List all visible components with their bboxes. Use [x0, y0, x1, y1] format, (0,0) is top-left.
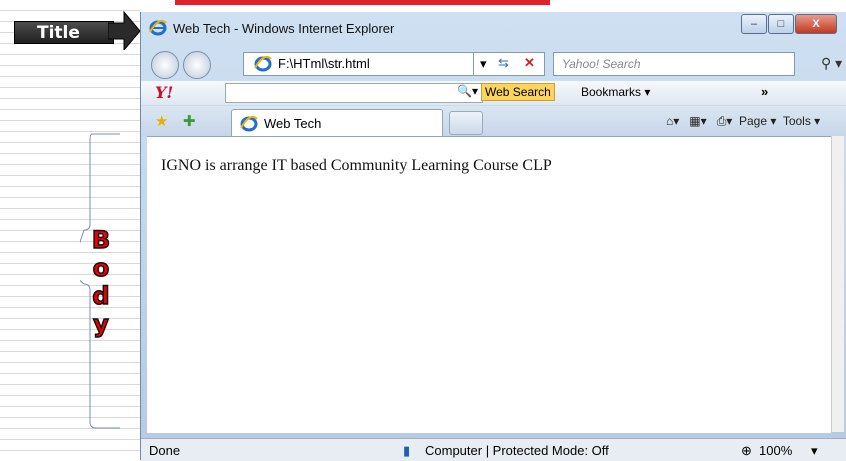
- title-label-box: Title: [14, 21, 114, 44]
- vertical-scrollbar[interactable]: [831, 136, 844, 432]
- zone-text: Computer | Protected Mode: Off: [425, 443, 609, 458]
- zoom-dropdown-icon[interactable]: ▾: [811, 443, 818, 459]
- zoom-level[interactable]: 100%: [759, 443, 792, 458]
- stop-icon[interactable]: ✕: [524, 55, 535, 71]
- favorites-star-icon[interactable]: ★: [155, 112, 168, 130]
- body-letter: d: [92, 281, 111, 311]
- page-menu[interactable]: Page ▾: [739, 114, 776, 128]
- print-icon[interactable]: ⎙▾: [717, 114, 733, 128]
- body-letter: B: [91, 225, 111, 255]
- search-placeholder: Yahoo! Search: [562, 57, 641, 71]
- address-row: F:\HTml\str.html ▾ ⇆ ✕ Yahoo! Search ⚲ ▾: [141, 48, 846, 79]
- yahoo-search-input[interactable]: 🔍▾: [225, 83, 483, 103]
- title-annotation-label: Title: [37, 23, 80, 43]
- arrow-right-icon: [108, 10, 141, 50]
- title-annotation: Title: [14, 10, 144, 50]
- slide-accent-bar: [175, 0, 550, 5]
- zoom-icon[interactable]: ⊕: [741, 443, 752, 459]
- ie-page-icon: [254, 56, 272, 72]
- web-search-button[interactable]: Web Search: [481, 83, 555, 101]
- yahoo-logo[interactable]: Y!: [155, 83, 173, 102]
- maximize-button[interactable]: □: [768, 14, 794, 34]
- address-bar[interactable]: F:\HTml\str.html ▾ ⇆ ✕: [243, 52, 545, 76]
- tab-label: Web Tech: [264, 116, 322, 131]
- bookmarks-button[interactable]: Bookmarks ▾: [581, 85, 650, 99]
- minimize-button[interactable]: –: [741, 14, 767, 34]
- browser-window: Web Tech - Windows Internet Explorer – □…: [140, 12, 846, 461]
- ie-tab-icon: [240, 116, 258, 132]
- body-letter: o: [92, 253, 110, 283]
- window-title: Web Tech - Windows Internet Explorer: [173, 21, 395, 36]
- new-tab-button[interactable]: [449, 111, 483, 135]
- body-letter: y: [92, 309, 109, 339]
- ie-logo-icon: [149, 20, 167, 36]
- tab-bar: ★ ✚ Web Tech ⌂▾ ▦▾ ⎙▾ Page ▾ Tools ▾: [141, 106, 846, 137]
- address-controls: ▾ ⇆ ✕: [473, 53, 544, 75]
- search-box[interactable]: Yahoo! Search: [553, 52, 795, 76]
- search-icon: 🔍▾: [457, 84, 478, 98]
- yahoo-toolbar: Y! 🔍▾ Web Search Bookmarks ▾ »: [141, 81, 846, 105]
- close-button[interactable]: X: [795, 14, 837, 34]
- status-text: Done: [149, 443, 181, 458]
- forward-button[interactable]: [183, 51, 211, 79]
- command-bar: ⌂▾ ▦▾ ⎙▾ Page ▾ Tools ▾: [666, 114, 820, 129]
- body-annotation: B o d y: [86, 225, 116, 339]
- search-icon[interactable]: ⚲ ▾: [821, 55, 842, 72]
- url-text: F:\HTml\str.html: [278, 56, 370, 71]
- back-button[interactable]: [151, 51, 179, 79]
- feeds-icon[interactable]: ▦▾: [689, 114, 706, 128]
- more-chevron-icon[interactable]: »: [761, 84, 768, 99]
- home-icon[interactable]: ⌂▾: [666, 114, 679, 128]
- title-bar: Web Tech - Windows Internet Explorer – □…: [141, 12, 846, 40]
- computer-icon: ▮: [403, 443, 411, 458]
- refresh-icon[interactable]: ⇆: [498, 55, 509, 71]
- add-favorite-icon[interactable]: ✚: [183, 112, 196, 130]
- dropdown-icon[interactable]: ▾: [480, 56, 487, 72]
- tools-menu[interactable]: Tools ▾: [783, 114, 820, 128]
- status-bar: Done ▮ Computer | Protected Mode: Off ⊕ …: [141, 438, 846, 461]
- page-body-text: IGNO is arrange IT based Community Learn…: [161, 157, 552, 174]
- tab-web-tech[interactable]: Web Tech: [231, 109, 443, 137]
- page-content: IGNO is arrange IT based Community Learn…: [147, 136, 831, 433]
